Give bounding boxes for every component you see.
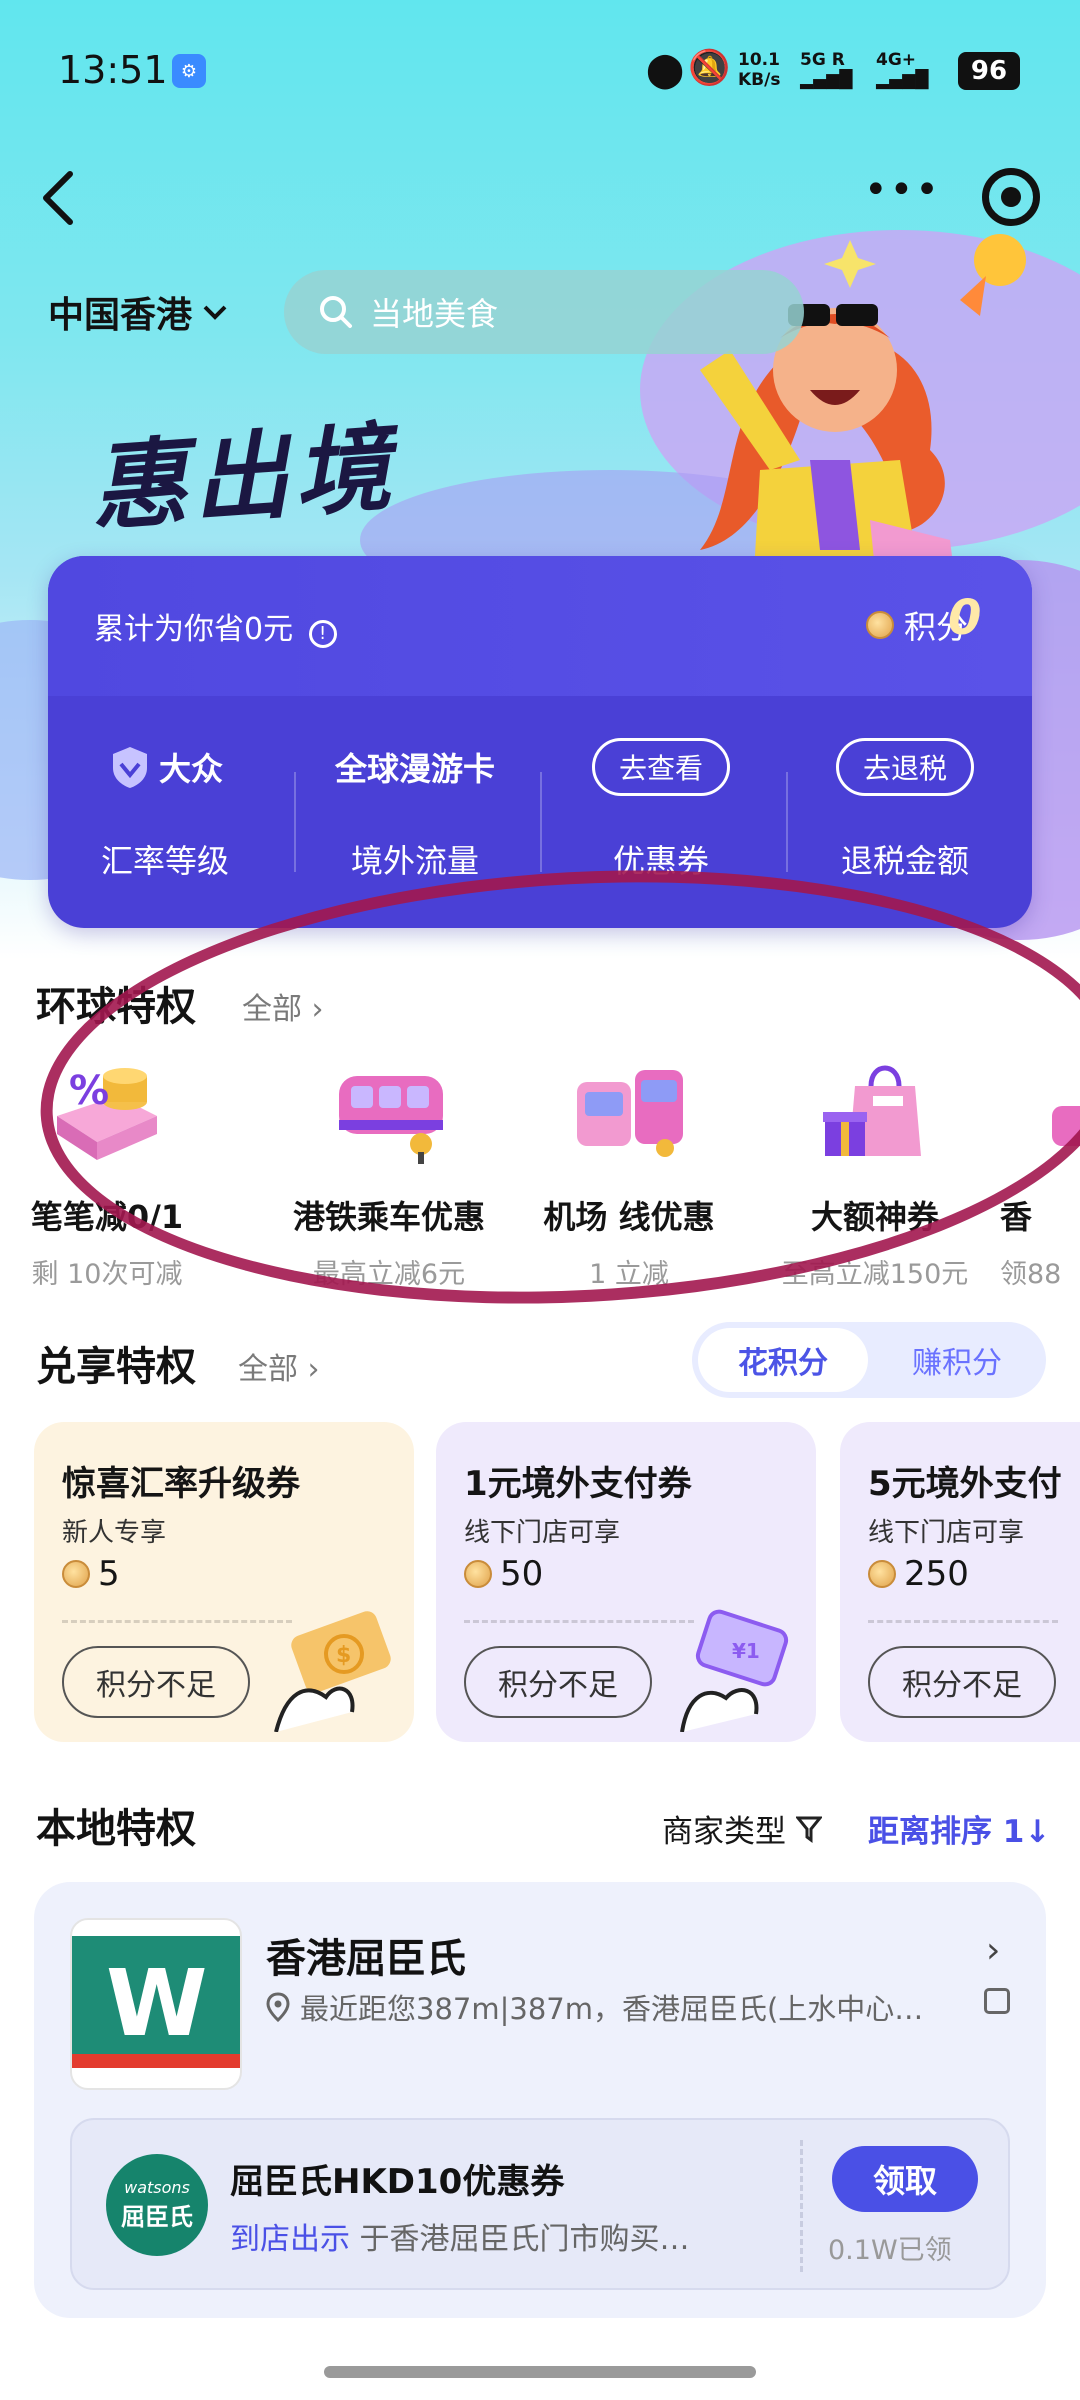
coupon-card[interactable]: 1元境外支付券 线下门店可享 50 积分不足 ¥1 [436, 1422, 816, 1742]
coupon-title: 5元境外支付 [868, 1464, 1062, 1504]
signal-4g: 4G+ ▂▄▆█ [876, 50, 929, 90]
merchant-card[interactable]: W 香港屈臣氏 › 最近距您387m|387m，香港屈臣氏(上水中心… wats… [34, 1882, 1046, 2318]
svg-text:¥1: ¥1 [732, 1639, 760, 1663]
voucher-logo: watsons 屈臣氏 [106, 2154, 208, 2256]
insufficient-points-button[interactable]: 积分不足 [62, 1646, 250, 1718]
tab-earn-points[interactable]: 赚积分 [872, 1328, 1042, 1392]
view-coupons-button[interactable]: 去查看 [591, 738, 730, 796]
level-badge-text: 大众 [158, 750, 223, 788]
app-notification-icon: ⚙ [172, 54, 206, 88]
battery-indicator: 96 [958, 52, 1020, 90]
roaming-card-title: 全球漫游卡 [334, 750, 495, 788]
section-points-privileges: 兑享特权 [36, 1334, 196, 1392]
stat-label: 退税金额 [840, 842, 969, 880]
divider [294, 772, 296, 872]
coupon-title: 惊喜汇率升级券 [62, 1464, 300, 1504]
coin-icon [868, 1560, 896, 1588]
region-selector[interactable]: 中国香港 [48, 286, 228, 338]
status-time: 13:51 [58, 48, 168, 92]
net-speed: 10.1 KB/s [738, 50, 781, 90]
points-privileges-more-link[interactable]: 全部 › [238, 1344, 320, 1388]
divider [868, 1620, 1058, 1623]
distance-sort-button[interactable]: 距离排序 1↓ [868, 1806, 1050, 1851]
close-miniapp-button[interactable] [982, 168, 1040, 226]
divider [540, 772, 542, 872]
privilege-subtitle: 剩 10次可减 [31, 1259, 183, 1290]
coupon-subtitle: 新人专享 [62, 1518, 167, 1548]
payment-coupon-icon: ¥1 [680, 1609, 789, 1732]
stat-label: 汇率等级 [100, 842, 229, 880]
savings-stats-card: 累计为你省0元 ! 积分 0 大众 汇率等级 全球漫游卡 境外流量 去查看 优惠… [48, 556, 1032, 928]
signal-5g: 5G R ▂▄▆█ [800, 50, 853, 90]
divider [62, 1620, 292, 1623]
merchant-logo: W [70, 1918, 242, 2090]
coupon-cost: 250 [868, 1554, 969, 1594]
region-label: 中国香港 [48, 295, 193, 336]
copy-icon[interactable] [984, 1988, 1010, 2014]
roaming-card[interactable]: 全球漫游卡 境外流量 [298, 732, 532, 892]
divider [464, 1620, 694, 1623]
insufficient-points-button[interactable]: 积分不足 [464, 1646, 652, 1718]
privilege-subtitle: 领88 [1000, 1259, 1062, 1290]
coupon-card[interactable]: 惊喜汇率升级券 新人专享 5 积分不足 $ [34, 1422, 414, 1742]
section-title: 本地特权 [36, 1806, 196, 1852]
divider [800, 2140, 803, 2272]
voucher-description: 到店出示 于香港屈臣氏门市购买… [230, 2222, 690, 2257]
voucher-title: 屈臣氏HKD10优惠券 [230, 2162, 565, 2202]
chevron-down-icon [203, 305, 227, 320]
back-button[interactable] [36, 168, 80, 228]
chevron-right-icon: › [307, 1352, 320, 1387]
exchange-coupon-icon: $ [274, 1611, 391, 1732]
svg-text:$: $ [336, 1643, 351, 1668]
info-icon: ! [308, 620, 337, 648]
merchant-name: 香港屈臣氏 [266, 1936, 466, 1982]
coupon-subtitle: 线下门店可享 [868, 1518, 1025, 1548]
section-title: 兑享特权 [36, 1344, 196, 1390]
brand-title: 惠出境 [86, 410, 401, 545]
exchange-rate-level[interactable]: 大众 汇率等级 [48, 732, 282, 892]
mute-icon: 🔕 [688, 48, 731, 88]
coupon-subtitle: 线下门店可享 [464, 1518, 621, 1548]
claim-voucher-button[interactable]: 领取 [832, 2146, 978, 2212]
insufficient-points-button[interactable]: 积分不足 [868, 1646, 1056, 1718]
voucher-card[interactable]: watsons 屈臣氏 屈臣氏HKD10优惠券 到店出示 于香港屈臣氏门市购买…… [70, 2118, 1010, 2290]
section-local-privileges: 本地特权 [36, 1796, 196, 1854]
points-toggle: 花积分 赚积分 [692, 1322, 1046, 1398]
coupon-title: 1元境外支付券 [464, 1464, 692, 1504]
merchant-address: 最近距您387m|387m，香港屈臣氏(上水中心… [266, 1986, 986, 2028]
chevron-right-icon[interactable]: › [986, 1930, 1000, 1971]
coupon-card[interactable]: 5元境外支付 线下门店可享 250 积分不足 [840, 1422, 1080, 1742]
total-saved-text[interactable]: 累计为你省0元 ! [94, 604, 337, 648]
shield-badge-icon [112, 747, 147, 788]
coin-icon [464, 1560, 492, 1588]
coin-icon [866, 611, 894, 639]
coupons-stat[interactable]: 去查看 优惠券 [544, 732, 778, 892]
search-placeholder: 当地美食 [370, 295, 499, 333]
tax-refund-button[interactable]: 去退税 [835, 738, 974, 796]
coin-icon [62, 1560, 90, 1588]
filter-icon [796, 1816, 822, 1843]
tab-spend-points[interactable]: 花积分 [698, 1328, 868, 1392]
stat-label: 境外流量 [350, 842, 479, 880]
tax-refund-stat[interactable]: 去退税 退税金额 [788, 732, 1022, 892]
coupon-cost: 5 [62, 1554, 120, 1594]
location-icon: ⬤ [646, 50, 685, 90]
more-options-button[interactable]: ••• [864, 170, 939, 212]
home-indicator[interactable] [324, 2366, 756, 2378]
points-value: 0 [948, 590, 982, 646]
merchant-type-filter[interactable]: 商家类型 [662, 1806, 822, 1851]
search-bar[interactable]: 当地美食 [284, 270, 804, 354]
claimed-count: 0.1W已领 [828, 2235, 952, 2266]
search-icon [320, 296, 352, 328]
coupon-cost: 50 [464, 1554, 543, 1594]
location-pin-icon [266, 1992, 290, 2022]
